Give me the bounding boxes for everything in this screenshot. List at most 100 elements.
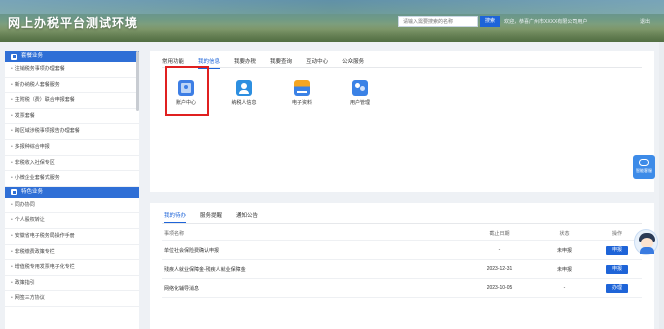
sidebar-item-label: 多报种综合申报 [14, 143, 50, 150]
app-taxpayer-info[interactable]: 纳税人信息 [222, 78, 266, 111]
tab-service-reminders[interactable]: 服务提醒 [200, 211, 222, 223]
item-deadline: 2023-10-05 [486, 285, 513, 291]
item-name: 单位社会保险费确认申报 [164, 247, 220, 254]
featured-icon [11, 189, 17, 196]
user-management-icon [352, 80, 368, 96]
sidebar-item[interactable]: • 同办协同 [5, 198, 139, 214]
column-header: 截止日期 [489, 231, 510, 237]
bullet-icon: • [11, 279, 13, 286]
tab-my-todos[interactable]: 我的待办 [164, 211, 187, 223]
column-header: 状态 [559, 231, 570, 237]
app-label: 纳税人信息 [231, 100, 257, 106]
sidebar-item-label: 网签三方协议 [14, 295, 45, 302]
sidebar-item-label: 新办纳税人套餐服务 [14, 81, 60, 88]
sidebar-item-label: 安徽省电子税务局操作手册 [14, 232, 75, 239]
sidebar-item-label: 主附税（费）联合申报套餐 [14, 97, 75, 104]
assistant-avatar[interactable] [634, 229, 658, 255]
bullet-icon: • [11, 232, 13, 239]
sidebar-item-label: 非税收入社保专区 [14, 159, 55, 166]
sidebar-item-label: 跨区域涉税事项报告办理套餐 [14, 128, 80, 135]
table-row: 单位社会保险费确认申报 - 未申报 申报 [162, 241, 642, 260]
sidebar: 套餐业务 • 注销税务事项办理套餐 • 新办纳税人套餐服务 • 主附税（费）联合申报套… [5, 51, 139, 329]
bullet-icon: • [11, 128, 13, 135]
sidebar-item[interactable]: • 主附税（费）联合申报套餐 [5, 93, 139, 109]
sidebar-section-packages[interactable]: 套餐业务 [5, 51, 139, 62]
sidebar-item[interactable]: • 新办纳税人套餐服务 [5, 78, 139, 94]
item-name: 网络化辅导消息 [164, 285, 200, 292]
table-row: 网络化辅导消息 2023-10-05 - 办理 [162, 279, 642, 298]
sidebar-item[interactable]: • 政策指引 [5, 276, 139, 292]
bullet-icon: • [11, 81, 13, 88]
todo-table: 事项名称 截止日期 状态 操作 单位社会保险费确认申报 - 未申报 申报 残疾人… [162, 227, 642, 298]
sidebar-item[interactable]: • 非税缴费政策专栏 [5, 245, 139, 261]
site-title: 网上办税平台测试环境 [8, 16, 139, 30]
sidebar-item[interactable]: • 安徽省电子税务局操作手册 [5, 229, 139, 245]
app-label: 电子资料 [291, 100, 312, 106]
sidebar-item[interactable]: • 增值税专用发票电子化专栏 [5, 260, 139, 276]
bullet-icon: • [11, 97, 13, 104]
tab-notices[interactable]: 通知公告 [236, 211, 258, 223]
taxpayer-info-icon [236, 80, 252, 96]
declare-button[interactable]: 申报 [606, 245, 628, 255]
bullet-icon: • [11, 112, 13, 119]
bullet-icon: • [11, 159, 13, 166]
sidebar-item[interactable]: • 小微企业套餐式服务 [5, 171, 139, 187]
sidebar-item-label: 个人股权转让 [14, 217, 45, 224]
bullet-icon: • [11, 295, 13, 302]
sidebar-section-label: 特色业务 [21, 188, 44, 195]
search-input[interactable] [398, 16, 478, 27]
sidebar-section-featured[interactable]: 特色业务 [5, 186, 139, 198]
header-banner: 网上办税平台测试环境 搜索 欢迎，恭喜广州市XXXX有限公司用户 退出 [0, 0, 664, 42]
bullet-icon: • [11, 264, 13, 271]
chat-icon [639, 159, 649, 166]
sidebar-item[interactable]: • 发票套餐 [5, 109, 139, 125]
sidebar-scrollbar[interactable] [136, 51, 139, 111]
avatar-body [640, 247, 654, 254]
item-name: 残疾人就业保障金-残疾人就业保障金 [164, 266, 246, 273]
package-icon [11, 53, 17, 60]
app-user-management[interactable]: 用户管理 [338, 78, 382, 111]
bullet-icon: • [11, 217, 13, 224]
sidebar-item-label: 政策指引 [14, 279, 35, 286]
sidebar-item[interactable]: • 跨区域涉税事项报告办理套餐 [5, 124, 139, 140]
sidebar-item[interactable]: • 非税收入社保专区 [5, 156, 139, 172]
highlight-annotation [165, 66, 209, 116]
action-cell: 申报 [592, 264, 642, 274]
page-scrollbar[interactable] [659, 42, 664, 329]
item-status: 未申报 [556, 247, 572, 254]
my-info-panel: 常用功能 我的信息 我要办税 我要查询 互动中心 公众服务 账户中心 纳税人信息… [150, 51, 654, 192]
user-info: 欢迎，恭喜广州市XXXX有限公司用户 [504, 19, 588, 25]
todo-panel: 我的待办 服务提醒 通知公告 事项名称 截止日期 状态 操作 单位社会保险费确认… [150, 203, 654, 329]
sidebar-item[interactable]: • 注销税务事项办理套餐 [5, 62, 139, 78]
smart-service-widget[interactable]: 智能客服 [633, 155, 655, 179]
declare-button[interactable]: 申报 [606, 264, 628, 274]
sidebar-item-label: 增值税专用发票电子化专栏 [14, 264, 75, 271]
sidebar-item-label: 小微企业套餐式服务 [14, 175, 60, 182]
bullet-icon: • [11, 66, 13, 72]
handle-button[interactable]: 办理 [606, 283, 628, 293]
sidebar-item-label: 发票套餐 [14, 112, 35, 119]
sidebar-item-label: 非税缴费政策专栏 [14, 248, 55, 255]
item-status: - [563, 285, 566, 291]
bottom-tabs: 我的待办 服务提醒 通知公告 [164, 211, 258, 223]
action-cell: 办理 [592, 283, 642, 293]
chat-label: 智能客服 [636, 168, 652, 173]
sidebar-item-label: 同办协同 [14, 201, 35, 208]
item-deadline: 2023-12-31 [486, 266, 513, 272]
table-row: 残疾人就业保障金-残疾人就业保障金 2023-12-31 未申报 申报 [162, 260, 642, 279]
electronic-docs-icon [294, 80, 310, 96]
tabs-divider [162, 223, 642, 224]
column-header: 事项名称 [164, 231, 185, 237]
search-button[interactable]: 搜索 [480, 16, 500, 27]
app-label: 用户管理 [349, 100, 370, 106]
bullet-icon: • [11, 201, 13, 208]
bullet-icon: • [11, 143, 13, 150]
tabs-divider [162, 67, 642, 68]
app-electronic-docs[interactable]: 电子资料 [280, 78, 324, 111]
sidebar-item[interactable]: • 个人股权转让 [5, 213, 139, 229]
logout-link[interactable]: 退出 [640, 18, 650, 25]
sidebar-item[interactable]: • 多报种综合申报 [5, 140, 139, 156]
sidebar-item[interactable]: • 网签三方协议 [5, 291, 139, 307]
header-sky [0, 0, 664, 14]
sidebar-section-label: 套餐业务 [21, 53, 44, 59]
